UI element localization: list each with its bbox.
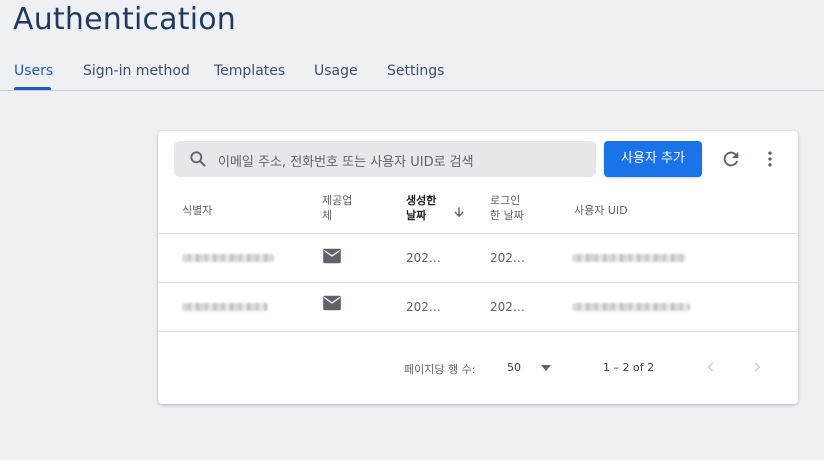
tab-settings[interactable]: Settings <box>387 63 444 79</box>
dropdown-caret-icon[interactable] <box>540 364 552 372</box>
table-header: 식별자 제공업 체 생성한 날짜 로그인 한 날짜 사용자 UID <box>158 189 798 234</box>
tab-sign-in-method[interactable]: Sign-in method <box>83 63 190 79</box>
column-created[interactable]: 생성한 날짜 <box>406 193 436 223</box>
table-row[interactable]: 202… 202… <box>158 283 798 332</box>
search-input[interactable]: 이메일 주소, 전화번호 또는 사용자 UID로 검색 <box>174 141 596 177</box>
blurred-uid <box>572 303 690 311</box>
search-icon <box>190 151 206 167</box>
column-identifier[interactable]: 식별자 <box>182 203 212 218</box>
created-date: 202… <box>406 251 441 265</box>
users-card: 이메일 주소, 전화번호 또는 사용자 UID로 검색 사용자 추가 식별자 제… <box>158 131 798 404</box>
email-icon <box>323 295 341 311</box>
rows-per-page-select[interactable]: 50 <box>507 361 521 374</box>
column-signed-in[interactable]: 로그인 한 날짜 <box>490 193 524 223</box>
tab-users[interactable]: Users <box>14 63 53 79</box>
blurred-identifier <box>182 303 268 311</box>
signed-in-date: 202… <box>490 300 525 314</box>
arrow-down-icon[interactable] <box>452 205 466 219</box>
email-icon <box>323 248 341 264</box>
blurred-identifier <box>182 254 274 262</box>
rows-per-page-label: 페이지당 행 수: <box>404 363 476 376</box>
chevron-left-icon[interactable] <box>704 360 718 374</box>
refresh-icon[interactable] <box>720 148 742 170</box>
column-provider[interactable]: 제공업 체 <box>322 193 352 223</box>
tab-usage[interactable]: Usage <box>314 63 358 79</box>
column-user-uid[interactable]: 사용자 UID <box>574 203 628 218</box>
search-placeholder: 이메일 주소, 전화번호 또는 사용자 UID로 검색 <box>218 155 474 170</box>
active-tab-indicator <box>14 87 51 90</box>
signed-in-date: 202… <box>490 251 525 265</box>
pagination-range: 1 – 2 of 2 <box>603 361 655 374</box>
chevron-right-icon[interactable] <box>750 360 764 374</box>
header: Authentication Users Sign-in method Temp… <box>0 0 824 91</box>
tab-templates[interactable]: Templates <box>214 63 285 79</box>
add-user-button[interactable]: 사용자 추가 <box>604 141 702 177</box>
created-date: 202… <box>406 300 441 314</box>
blurred-uid <box>572 254 686 262</box>
table-row[interactable]: 202… 202… <box>158 234 798 283</box>
more-vert-icon[interactable] <box>760 149 780 169</box>
tab-bar: Users Sign-in method Templates Usage Set… <box>0 56 824 91</box>
page-title: Authentication <box>13 2 237 37</box>
